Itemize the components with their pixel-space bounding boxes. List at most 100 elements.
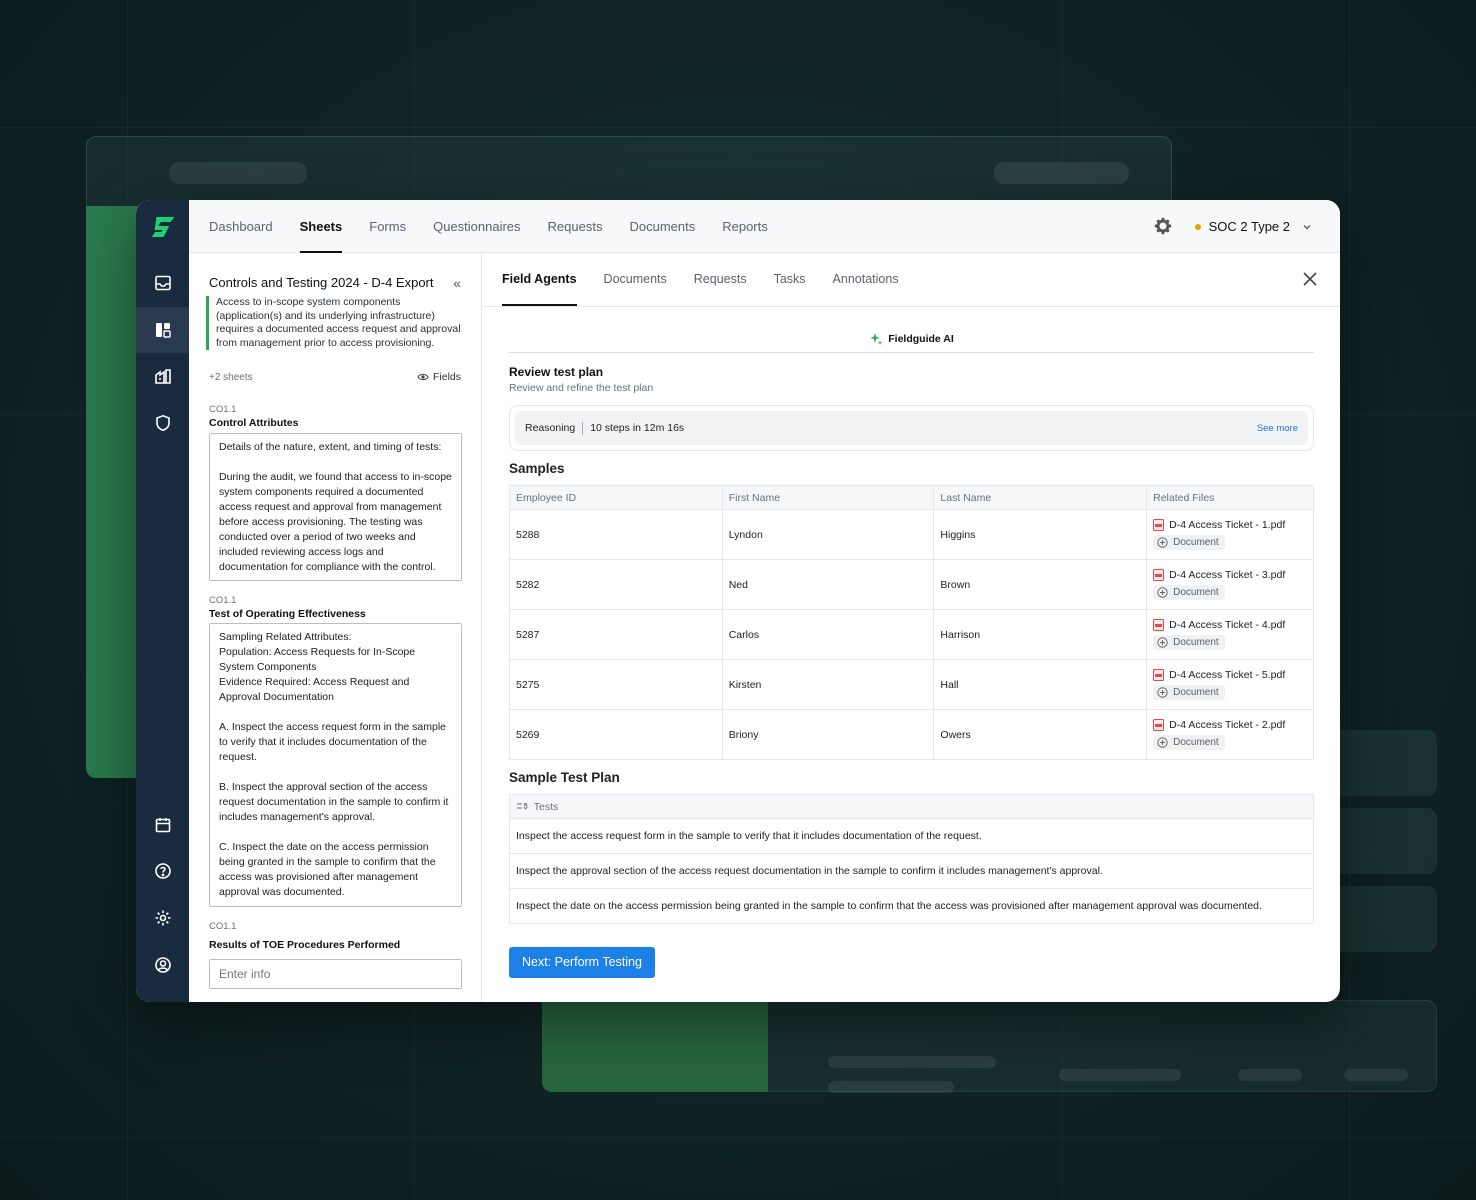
test-row[interactable]: Inspect the approval section of the acce… xyxy=(509,853,1314,889)
layout-icon[interactable] xyxy=(136,307,189,353)
user-circle-icon[interactable] xyxy=(136,942,189,988)
review-title: Review test plan xyxy=(509,365,604,379)
tab-requests[interactable]: Requests xyxy=(694,253,747,306)
first-name: Briony xyxy=(721,709,935,760)
fields-button[interactable]: Fields xyxy=(417,371,461,383)
last-name: Hall xyxy=(933,659,1148,710)
column-header[interactable]: Employee ID xyxy=(509,485,723,510)
reasoning-label: Reasoning xyxy=(525,422,576,434)
grid-line xyxy=(0,1137,1476,1138)
first-name: Carlos xyxy=(721,609,935,660)
plus-circle-icon xyxy=(1157,586,1168,598)
employee-id: 5282 xyxy=(509,559,723,610)
nav-requests[interactable]: Requests xyxy=(548,200,603,253)
panel-tabs: Field Agents Documents Requests Tasks An… xyxy=(502,253,926,306)
plus-circle-icon xyxy=(1157,686,1168,698)
eye-icon xyxy=(417,373,429,381)
inbox-icon[interactable] xyxy=(136,260,189,306)
review-subtitle: Review and refine the test plan xyxy=(509,382,654,394)
grid-line xyxy=(0,127,1476,128)
nav-questionnaires[interactable]: Questionnaires xyxy=(433,200,520,253)
pdf-icon xyxy=(1153,668,1165,681)
nav-sheets[interactable]: Sheets xyxy=(299,200,342,253)
employee-id: 5288 xyxy=(509,509,723,560)
ai-header: Fieldguide AI xyxy=(509,325,1314,353)
top-nav-bar: Dashboard Sheets Forms Questionnaires Re… xyxy=(189,200,1340,253)
icon-rail xyxy=(136,200,189,1002)
table-row[interactable]: 5269 Briony Owers D-4 Access Ticket - 2.… xyxy=(509,709,1314,760)
tab-documents[interactable]: Documents xyxy=(604,253,667,306)
table-row[interactable]: 5288 Lyndon Higgins D-4 Access Ticket - … xyxy=(509,509,1314,560)
file-link[interactable]: D-4 Access Ticket - 4.pdf xyxy=(1153,618,1307,631)
tab-tasks[interactable]: Tasks xyxy=(774,253,806,306)
next-perform-testing-button[interactable]: Next: Perform Testing xyxy=(509,947,655,978)
main-nav: Dashboard Sheets Forms Questionnaires Re… xyxy=(209,200,795,253)
section-label: Test of Operating Effectiveness xyxy=(209,608,366,620)
calendar-icon[interactable] xyxy=(136,802,189,848)
control-attributes-field[interactable]: Details of the nature, extent, and timin… xyxy=(209,433,462,581)
pdf-icon xyxy=(1153,518,1165,531)
nav-forms[interactable]: Forms xyxy=(369,200,406,253)
tab-annotations[interactable]: Annotations xyxy=(833,253,899,306)
test-step: Inspect the access request form in the s… xyxy=(509,818,1314,854)
environment-label: SOC 2 Type 2 xyxy=(1208,219,1290,234)
collapse-panel-icon[interactable]: « xyxy=(453,275,461,291)
tab-field-agents[interactable]: Field Agents xyxy=(502,253,577,306)
last-name: Harrison xyxy=(933,609,1148,660)
sheets-count[interactable]: +2 sheets xyxy=(209,372,253,383)
help-icon[interactable] xyxy=(136,848,189,894)
section-code: CO1.1 xyxy=(209,921,237,932)
background-pill xyxy=(828,1056,996,1068)
reasoning-card: Reasoning 10 steps in 12m 16s See more xyxy=(509,405,1314,451)
related-files: D-4 Access Ticket - 2.pdf Document xyxy=(1146,709,1314,760)
samples-table: Employee ID First Name Last Name Related… xyxy=(509,485,1314,760)
add-document-chip[interactable]: Document xyxy=(1153,634,1225,650)
results-input[interactable]: Enter info xyxy=(209,959,462,989)
add-document-chip[interactable]: Document xyxy=(1153,534,1225,550)
section-code: CO1.1 xyxy=(209,404,237,415)
column-header[interactable]: Related Files xyxy=(1146,485,1314,510)
test-row[interactable]: Inspect the access request form in the s… xyxy=(509,818,1314,854)
settings-gear-icon[interactable] xyxy=(1154,217,1172,235)
fieldguide-logo-icon[interactable] xyxy=(149,213,177,241)
file-link[interactable]: D-4 Access Ticket - 3.pdf xyxy=(1153,568,1307,581)
file-link[interactable]: D-4 Access Ticket - 1.pdf xyxy=(1153,518,1307,531)
file-name: D-4 Access Ticket - 4.pdf xyxy=(1169,618,1286,631)
nav-reports[interactable]: Reports xyxy=(722,200,768,253)
related-files: D-4 Access Ticket - 3.pdf Document xyxy=(1146,559,1314,610)
file-link[interactable]: D-4 Access Ticket - 2.pdf xyxy=(1153,718,1307,731)
test-row[interactable]: Inspect the date on the access permissio… xyxy=(509,888,1314,924)
gear-icon[interactable] xyxy=(136,895,189,941)
section-label: Control Attributes xyxy=(209,417,299,429)
employee-id: 5287 xyxy=(509,609,723,660)
column-header[interactable]: Last Name xyxy=(933,485,1148,510)
pdf-icon xyxy=(1153,718,1165,731)
factory-icon[interactable] xyxy=(136,353,189,399)
background-pill xyxy=(828,1081,954,1093)
add-document-chip[interactable]: Document xyxy=(1153,684,1225,700)
background-pill xyxy=(994,162,1129,184)
first-name: Kirsten xyxy=(721,659,935,710)
table-row[interactable]: 5287 Carlos Harrison D-4 Access Ticket -… xyxy=(509,609,1314,660)
nav-documents[interactable]: Documents xyxy=(629,200,695,253)
separator xyxy=(582,421,584,435)
chip-label: Document xyxy=(1173,636,1219,648)
table-row[interactable]: 5275 Kirsten Hall D-4 Access Ticket - 5.… xyxy=(509,659,1314,710)
add-document-chip[interactable]: Document xyxy=(1153,734,1225,750)
environment-select[interactable]: SOC 2 Type 2 xyxy=(1194,200,1312,253)
first-name: Lyndon xyxy=(721,509,935,560)
see-more-link[interactable]: See more xyxy=(1257,423,1298,434)
plus-circle-icon xyxy=(1157,736,1168,748)
column-header[interactable]: First Name xyxy=(721,485,935,510)
table-row[interactable]: 5282 Ned Brown D-4 Access Ticket - 3.pdf… xyxy=(509,559,1314,610)
shield-icon[interactable] xyxy=(136,400,189,446)
add-document-chip[interactable]: Document xyxy=(1153,584,1225,600)
nav-dashboard[interactable]: Dashboard xyxy=(209,200,273,253)
file-link[interactable]: D-4 Access Ticket - 5.pdf xyxy=(1153,668,1307,681)
test-plan-title: Sample Test Plan xyxy=(509,770,620,785)
test-effectiveness-field[interactable]: Sampling Related Attributes: Population:… xyxy=(209,623,462,907)
close-icon[interactable] xyxy=(1302,271,1318,287)
tests-header[interactable]: Tests xyxy=(509,794,1314,819)
divider xyxy=(482,306,1340,307)
background-panel-accent xyxy=(542,1000,768,1092)
